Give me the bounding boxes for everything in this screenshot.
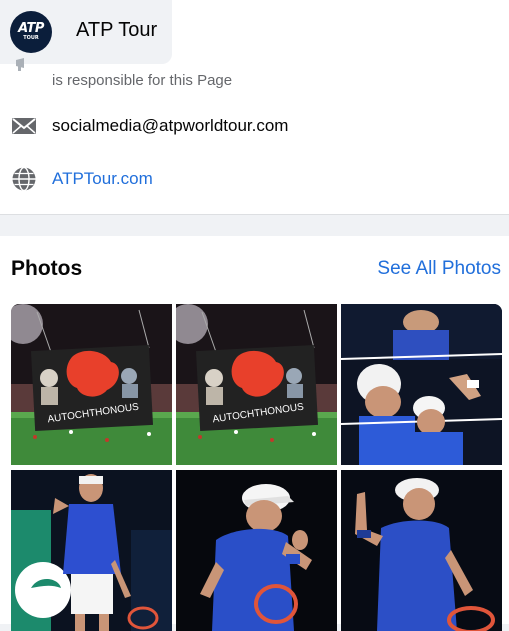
- photo-thumbnail[interactable]: [176, 470, 337, 631]
- envelope-icon: [12, 118, 36, 134]
- player-white-cap-photo: [176, 470, 337, 631]
- website-link[interactable]: ATPTour.com: [52, 169, 153, 189]
- globe-icon: [12, 166, 36, 192]
- page-header-chip[interactable]: ATP TOUR ATP Tour: [0, 0, 172, 64]
- stadium-banner-photo: AUTOCHTHONOUS: [11, 304, 172, 465]
- player-pointing-photo: [341, 470, 502, 631]
- logo-main-text: ATP: [18, 21, 44, 36]
- player-collage-photo: [341, 304, 502, 465]
- see-all-photos-link[interactable]: See All Photos: [377, 258, 501, 280]
- section-divider: [0, 214, 509, 215]
- page-title[interactable]: ATP Tour: [76, 19, 157, 42]
- photo-thumbnail[interactable]: AUTOCHTHONOUS: [176, 304, 337, 465]
- photo-thumbnail[interactable]: AUTOCHTHONOUS: [11, 304, 172, 465]
- contact-email[interactable]: socialmedia@atpworldtour.com: [52, 116, 288, 136]
- photos-section-title: Photos: [11, 257, 83, 280]
- stadium-banner-photo: AUTOCHTHONOUS: [176, 304, 337, 465]
- photo-thumbnail[interactable]: [341, 304, 502, 465]
- logo-sub-text: TOUR: [23, 35, 39, 41]
- photo-thumbnail[interactable]: [341, 470, 502, 631]
- player-blue-shirt-photo: [11, 470, 172, 631]
- responsibility-text: is responsible for this Page: [52, 72, 233, 89]
- atp-logo[interactable]: ATP TOUR: [10, 11, 52, 53]
- photo-thumbnail[interactable]: [11, 470, 172, 631]
- megaphone-icon: [16, 58, 24, 71]
